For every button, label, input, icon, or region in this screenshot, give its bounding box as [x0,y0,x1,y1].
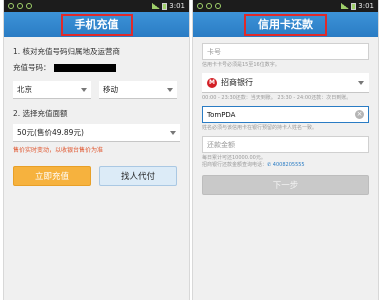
chevron-down-icon [167,87,173,92]
phone-number-label: 充值号码： [13,63,51,72]
clear-icon[interactable]: × [355,110,364,119]
carrier-value: 移动 [103,85,118,94]
province-value: 北京 [17,85,32,94]
right-phone-screen: 3:01 信用卡还款 卡号 信用卡卡号必须是15至16位数字。 M 招商银行 0… [192,0,379,300]
cardholder-name-value: TomPDA [207,110,236,119]
redacted-phone-number [53,63,116,72]
hotline-number-link[interactable]: 4008205555 [273,162,305,168]
bank-logo-icon: M [207,77,217,88]
title-bar: 手机充值 [4,12,189,37]
notification-icon [17,3,23,9]
title-bar: 信用卡还款 [193,12,378,37]
notification-icon [26,3,32,9]
daily-limit-hint: 每日累计可还10000.00元。 [202,155,266,161]
card-number-input[interactable]: 卡号 [202,43,369,60]
bank-hours-hint: 00:00 - 23:30还款：当天到账。 23:30 - 24:00还款：次日… [202,95,352,101]
notification-icon [197,3,203,9]
province-select[interactable]: 北京 [13,81,91,99]
hotline-hint: 招商银行还款金额查询电话：✆ 4008205555 [202,162,369,169]
chevron-down-icon [170,130,176,135]
battery-icon [162,2,168,10]
notification-icon [215,3,221,9]
cardholder-name-input[interactable]: TomPDA × [202,106,369,123]
repayment-amount-input[interactable]: 还款金额 [202,136,369,153]
amount-select[interactable]: 50元(售价49.89元) [13,124,180,142]
recharge-now-button[interactable]: 立即充值 [13,166,91,186]
hotline-prefix: 招商银行还款金额查询电话： [202,162,268,168]
status-time: 3:01 [169,2,185,10]
bank-value: 招商银行 [221,78,253,87]
page-title: 手机充值 [60,13,133,36]
cardholder-name-hint: 姓名必须与该信用卡在银行预留的持卡人姓名一致。 [202,125,318,131]
battery-icon [351,2,357,10]
status-time: 3:01 [358,2,374,10]
signal-icon [341,3,350,9]
card-number-hint: 信用卡卡号必须是15至16位数字。 [202,62,280,68]
next-step-button[interactable]: 下一步 [202,175,369,195]
card-number-placeholder: 卡号 [207,47,221,56]
chevron-down-icon [81,87,87,92]
step2-label: 2. 选择充值面额 [13,109,68,118]
notification-icon [206,3,212,9]
find-payer-button[interactable]: 找人代付 [99,166,177,186]
status-bar: 3:01 [4,0,189,12]
status-bar: 3:01 [193,0,378,12]
bank-select[interactable]: M 招商银行 [202,73,369,93]
carrier-select[interactable]: 移动 [99,81,177,99]
left-phone-screen: 3:01 手机充值 1. 核对充值号码归属地及运营商 充值号码： 北京 移动 2… [3,0,190,300]
signal-icon [152,3,161,9]
chevron-down-icon [358,80,364,85]
notification-icon [8,3,14,9]
price-note: 售价实时变动，以收银台售价为准 [13,147,104,154]
repayment-amount-placeholder: 还款金额 [207,140,235,149]
amount-value: 50元(售价49.89元) [17,128,84,137]
page-title: 信用卡还款 [244,13,327,36]
step1-label: 1. 核对充值号码归属地及运营商 [13,47,121,56]
